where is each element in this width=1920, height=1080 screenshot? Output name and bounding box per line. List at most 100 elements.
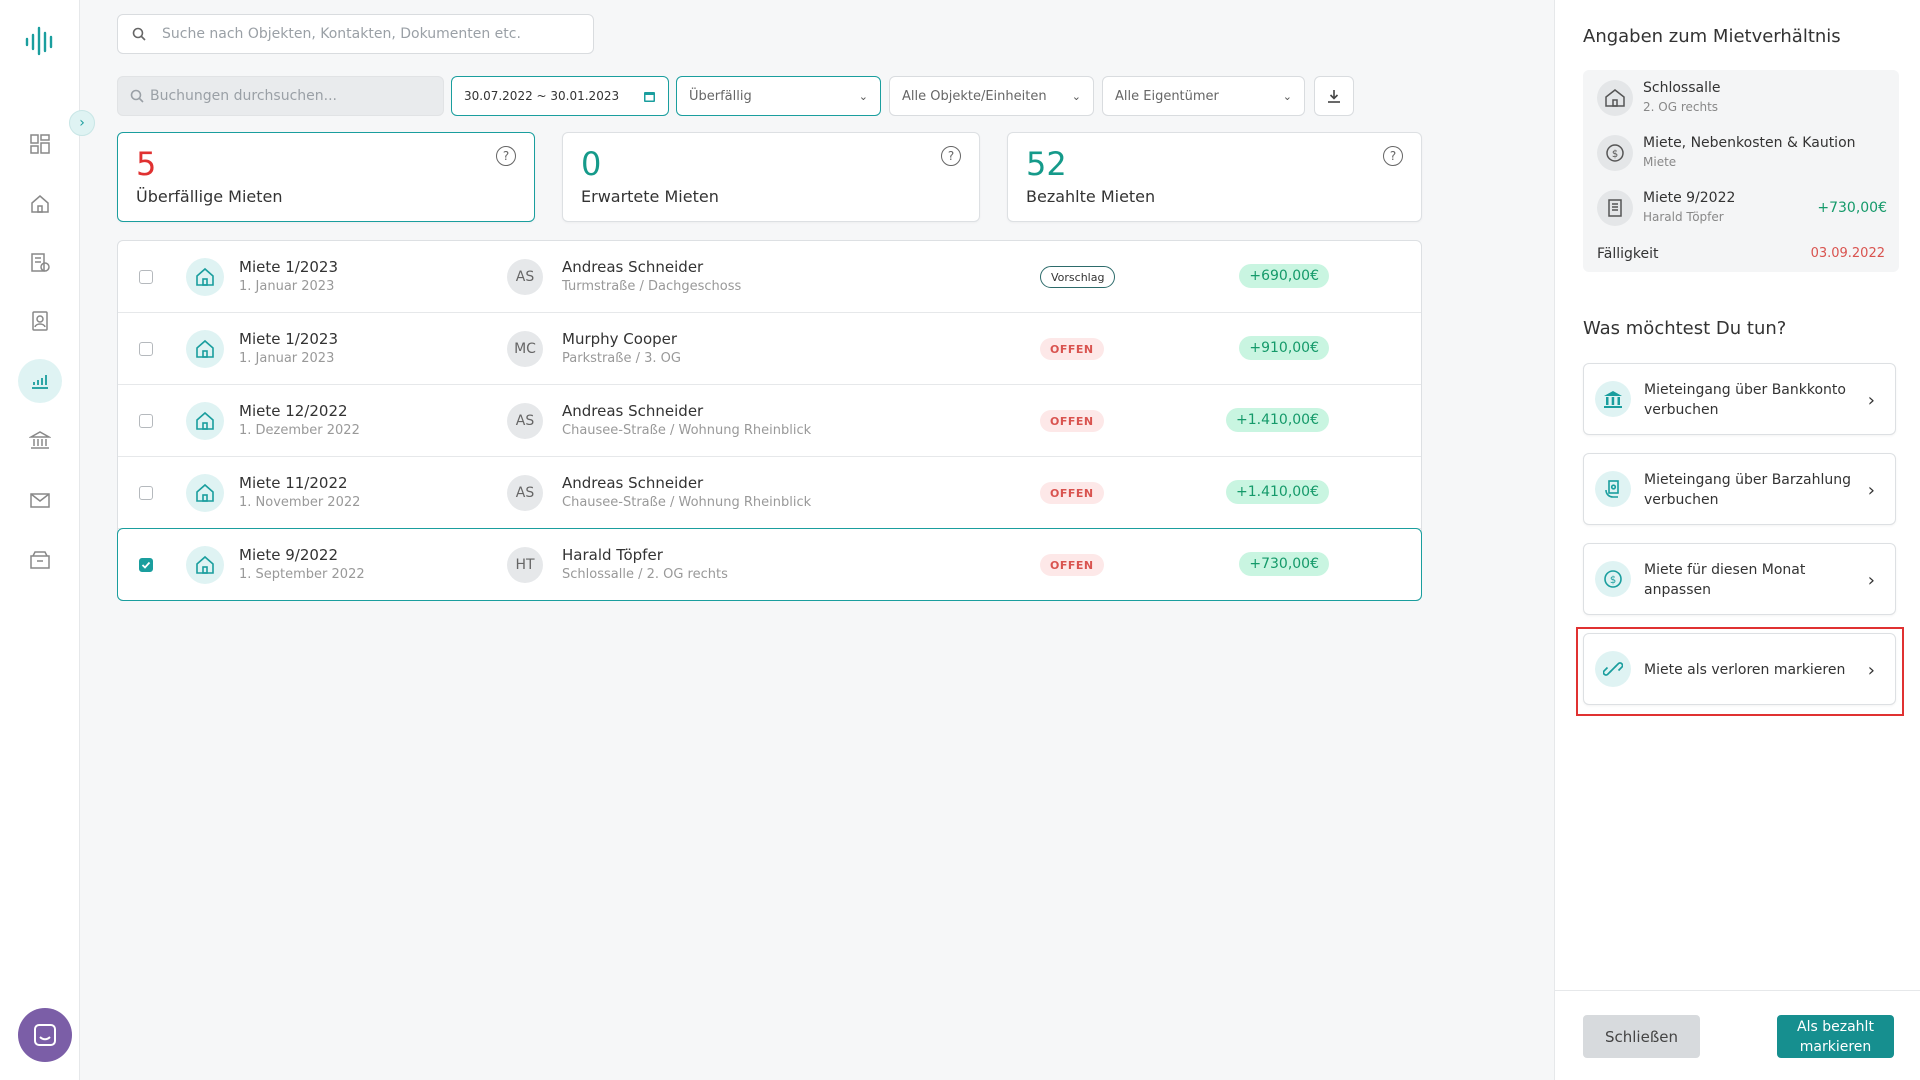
chevron-right-icon: › xyxy=(1867,390,1875,411)
tenancy-info-box: Schlossalle 2. OG rechts $ Miete, Nebenk… xyxy=(1583,70,1899,272)
logo-icon[interactable] xyxy=(24,26,56,56)
amount-badge: +1.410,00€ xyxy=(1226,408,1329,432)
property-unit: 2. OG rechts xyxy=(1643,100,1719,114)
house-icon xyxy=(186,258,224,296)
tenant-address: Schlossalle / 2. OG rechts xyxy=(562,567,728,582)
date-range-value: 30.07.2022 ~ 30.01.2023 xyxy=(464,89,620,103)
row-date: 1. November 2022 xyxy=(239,495,361,510)
highlight-box xyxy=(1576,627,1904,716)
bank-icon[interactable] xyxy=(24,424,56,456)
table-row-selected[interactable]: Miete 9/2022 1. September 2022 HT Harald… xyxy=(117,528,1422,601)
home-icon[interactable] xyxy=(24,188,56,220)
details-panel: Angaben zum Mietverhältnis Schlossalle 2… xyxy=(1554,0,1920,1080)
row-checkbox[interactable] xyxy=(139,270,153,284)
contacts-icon[interactable] xyxy=(24,305,56,337)
stat-card-overdue[interactable]: 5 Überfällige Mieten ? xyxy=(117,132,535,222)
mark-paid-button[interactable]: Als bezahlt markieren xyxy=(1777,1015,1894,1058)
tenant-name: Murphy Cooper xyxy=(562,330,678,348)
row-checkbox[interactable] xyxy=(139,414,153,428)
stat-card-paid[interactable]: 52 Bezahlte Mieten ? xyxy=(1007,132,1422,222)
table-row[interactable]: Miete 1/2023 1. Januar 2023 AS Andreas S… xyxy=(118,241,1421,313)
dashboard-icon[interactable] xyxy=(24,128,56,160)
finance-chart-icon[interactable] xyxy=(18,359,62,403)
svg-text:$: $ xyxy=(1610,575,1616,586)
owners-filter-select[interactable]: Alle Eigentümer ⌄ xyxy=(1102,76,1305,116)
date-range-picker[interactable]: 30.07.2022 ~ 30.01.2023 xyxy=(451,76,669,116)
tenant-address: Chausee-Straße / Wohnung Rheinblick xyxy=(562,423,812,438)
due-date: 03.09.2022 xyxy=(1810,246,1885,261)
stat-card-expected[interactable]: 0 Erwartete Mieten ? xyxy=(562,132,980,222)
action-adjust-rent[interactable]: $ Miete für diesen Monat anpassen › xyxy=(1583,543,1896,615)
cash-icon xyxy=(1595,471,1631,507)
help-icon[interactable]: ? xyxy=(941,146,961,166)
booking-search-placeholder: Buchungen durchsuchen... xyxy=(150,88,337,104)
amount-badge: +730,00€ xyxy=(1239,552,1329,576)
chat-icon[interactable] xyxy=(18,1008,72,1062)
tenant-name: Andreas Schneider xyxy=(562,258,704,276)
action-label: Mieteingang über Barzahlung verbuchen xyxy=(1644,472,1851,508)
avatar: AS xyxy=(507,403,543,439)
action-cash-booking[interactable]: Mieteingang über Barzahlung verbuchen › xyxy=(1583,453,1896,525)
help-icon[interactable]: ? xyxy=(496,146,516,166)
chevron-right-icon: › xyxy=(1867,570,1875,591)
row-title: Miete 1/2023 xyxy=(239,258,338,276)
table-row[interactable]: Miete 12/2022 1. Dezember 2022 AS Andrea… xyxy=(118,385,1421,457)
booking-info: Miete 9/2022 Harald Töpfer +730,00€ xyxy=(1597,186,1887,228)
stat-label: Bezahlte Mieten xyxy=(1026,187,1156,206)
search-icon xyxy=(130,89,144,103)
stat-value: 0 xyxy=(581,145,602,183)
row-date: 1. September 2022 xyxy=(239,567,365,582)
rent-table: Miete 1/2023 1. Januar 2023 AS Andreas S… xyxy=(117,240,1422,601)
row-checkbox-checked[interactable] xyxy=(139,558,153,572)
download-icon xyxy=(1328,90,1340,103)
status-badge: OFFEN xyxy=(1040,554,1104,576)
download-button[interactable] xyxy=(1314,76,1354,116)
row-checkbox[interactable] xyxy=(139,486,153,500)
mail-icon[interactable] xyxy=(24,484,56,516)
row-title: Miete 9/2022 xyxy=(239,546,338,564)
dollar-icon: $ xyxy=(1595,561,1631,597)
archive-icon[interactable] xyxy=(24,544,56,576)
status-badge: OFFEN xyxy=(1040,338,1104,360)
amount-badge: +910,00€ xyxy=(1239,336,1329,360)
close-button[interactable]: Schließen xyxy=(1583,1015,1700,1058)
tenant-address: Chausee-Straße / Wohnung Rheinblick xyxy=(562,495,812,510)
search-icon xyxy=(132,27,146,41)
due-label: Fälligkeit xyxy=(1597,246,1659,262)
global-search-input[interactable]: Suche nach Objekten, Kontakten, Dokument… xyxy=(117,14,594,54)
dollar-icon: $ xyxy=(1597,135,1633,171)
svg-text:$: $ xyxy=(1612,149,1618,160)
table-row[interactable]: Miete 1/2023 1. Januar 2023 MC Murphy Co… xyxy=(118,313,1421,385)
property-name: Schlossalle xyxy=(1643,80,1721,96)
avatar: AS xyxy=(507,259,543,295)
action-label: Miete für diesen Monat anpassen xyxy=(1644,562,1806,598)
house-icon xyxy=(186,546,224,584)
table-row[interactable]: Miete 11/2022 1. November 2022 AS Andrea… xyxy=(118,457,1421,529)
objects-filter-select[interactable]: Alle Objekte/Einheiten ⌄ xyxy=(889,76,1094,116)
invoice-icon[interactable] xyxy=(24,247,56,279)
house-icon xyxy=(186,402,224,440)
booking-search-input[interactable]: Buchungen durchsuchen... xyxy=(117,76,444,116)
house-icon xyxy=(1597,80,1633,116)
amount-badge: +1.410,00€ xyxy=(1226,480,1329,504)
amount-badge: +690,00€ xyxy=(1239,264,1329,288)
row-checkbox[interactable] xyxy=(139,342,153,356)
actions-heading: Was möchtest Du tun? xyxy=(1583,318,1787,339)
house-icon xyxy=(186,474,224,512)
row-title: Miete 12/2022 xyxy=(239,402,348,420)
bank-icon xyxy=(1595,381,1631,417)
status-filter-select[interactable]: Überfällig ⌄ xyxy=(676,76,881,116)
sidebar xyxy=(0,0,80,1080)
expand-sidebar-button[interactable]: › xyxy=(69,110,95,136)
tenant-address: Turmstraße / Dachgeschoss xyxy=(562,279,742,294)
calendar-icon xyxy=(644,91,655,102)
row-title: Miete 1/2023 xyxy=(239,330,338,348)
property-info: Schlossalle 2. OG rechts xyxy=(1597,76,1887,118)
booking-amount: +730,00€ xyxy=(1817,200,1887,216)
stat-label: Erwartete Mieten xyxy=(581,187,719,206)
action-bank-booking[interactable]: Mieteingang über Bankkonto verbuchen › xyxy=(1583,363,1896,435)
status-badge: OFFEN xyxy=(1040,410,1104,432)
help-icon[interactable]: ? xyxy=(1383,146,1403,166)
status-badge: OFFEN xyxy=(1040,482,1104,504)
row-date: 1. Dezember 2022 xyxy=(239,423,360,438)
